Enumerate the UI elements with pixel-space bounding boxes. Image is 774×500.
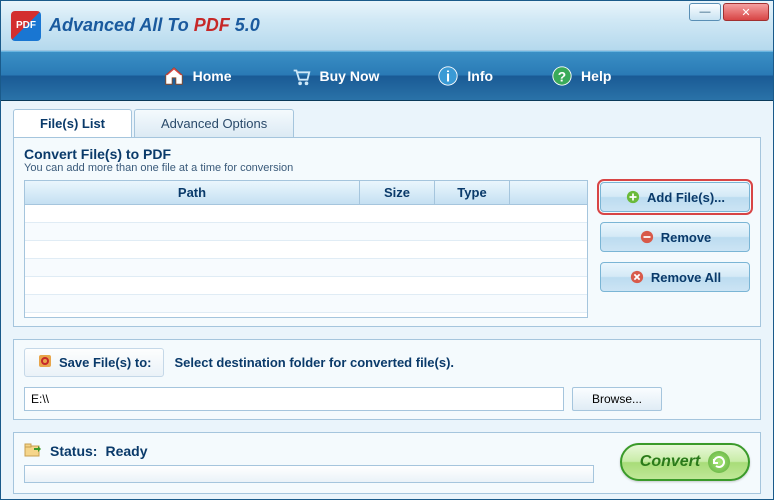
convert-button[interactable]: Convert	[620, 443, 750, 481]
progress-bar	[24, 465, 594, 483]
files-panel-subtitle: You can add more than one file at a time…	[24, 162, 750, 174]
app-title-part2: PDF	[194, 15, 235, 35]
file-area: Path Size Type	[24, 180, 750, 318]
app-logo-icon: PDF	[11, 11, 41, 41]
table-body[interactable]	[25, 205, 587, 317]
column-path[interactable]: Path	[25, 181, 360, 204]
main-menu: Home Buy Now i Info ? Help	[1, 51, 773, 101]
svg-text:i: i	[446, 70, 450, 86]
status-icon	[24, 441, 42, 460]
save-files-label: Save File(s) to:	[59, 355, 151, 370]
menu-home-label: Home	[193, 68, 232, 84]
destination-input[interactable]	[24, 387, 564, 411]
table-row	[25, 295, 587, 313]
close-button[interactable]: ✕	[723, 3, 769, 21]
app-title-part1: Advanced All To	[49, 15, 194, 35]
tab-strip: File(s) List Advanced Options	[13, 109, 761, 137]
help-icon: ?	[551, 65, 573, 87]
menu-buy-now[interactable]: Buy Now	[276, 59, 394, 93]
app-window: PDF Advanced All To PDF 5.0 — ✕ Home Buy…	[0, 0, 774, 500]
titlebar: PDF Advanced All To PDF 5.0 — ✕	[1, 1, 773, 51]
files-table[interactable]: Path Size Type	[24, 180, 588, 318]
add-files-label: Add File(s)...	[647, 190, 725, 205]
status-label: Status:	[50, 443, 97, 459]
status-value: Ready	[105, 443, 147, 459]
remove-icon	[639, 229, 655, 245]
home-icon	[163, 65, 185, 87]
info-icon: i	[437, 65, 459, 87]
svg-text:?: ?	[558, 70, 566, 85]
save-files-label-box: Save File(s) to:	[24, 348, 164, 377]
remove-label: Remove	[661, 230, 712, 245]
remove-all-label: Remove All	[651, 270, 721, 285]
column-size[interactable]: Size	[360, 181, 435, 204]
tab-files-list[interactable]: File(s) List	[13, 109, 132, 137]
destination-header: Save File(s) to: Select destination fold…	[24, 348, 750, 377]
menu-help[interactable]: ? Help	[537, 59, 625, 93]
menu-buy-label: Buy Now	[320, 68, 380, 84]
cart-icon	[290, 65, 312, 87]
status-row: Status: Ready	[24, 441, 606, 460]
table-row	[25, 241, 587, 259]
app-title: Advanced All To PDF 5.0	[49, 15, 260, 36]
table-row	[25, 277, 587, 295]
remove-all-icon	[629, 269, 645, 285]
content-area: File(s) List Advanced Options Convert Fi…	[1, 101, 773, 499]
column-type[interactable]: Type	[435, 181, 510, 204]
table-header: Path Size Type	[25, 181, 587, 205]
table-row	[25, 223, 587, 241]
convert-label: Convert	[640, 453, 700, 471]
menu-help-label: Help	[581, 68, 611, 84]
side-buttons: Add File(s)... Remove Remove All	[600, 180, 750, 318]
destination-row: Browse...	[24, 387, 750, 411]
save-icon	[37, 353, 53, 372]
tab-advanced-options[interactable]: Advanced Options	[134, 109, 294, 137]
remove-button[interactable]: Remove	[600, 222, 750, 252]
destination-panel: Save File(s) to: Select destination fold…	[13, 339, 761, 420]
convert-refresh-icon	[708, 451, 730, 473]
remove-all-button[interactable]: Remove All	[600, 262, 750, 292]
window-controls: — ✕	[689, 3, 769, 21]
menu-home[interactable]: Home	[149, 59, 246, 93]
status-panel: Status: Ready Convert	[13, 432, 761, 494]
app-title-version: 5.0	[235, 15, 260, 35]
table-row	[25, 259, 587, 277]
browse-button[interactable]: Browse...	[572, 387, 662, 411]
table-row	[25, 205, 587, 223]
files-panel-title: Convert File(s) to PDF	[24, 146, 750, 162]
minimize-button[interactable]: —	[689, 3, 721, 21]
files-panel: Convert File(s) to PDF You can add more …	[13, 137, 761, 327]
destination-hint: Select destination folder for converted …	[174, 355, 454, 370]
add-icon	[625, 189, 641, 205]
add-files-button[interactable]: Add File(s)...	[600, 182, 750, 212]
menu-info-label: Info	[467, 68, 493, 84]
column-spacer	[510, 181, 587, 204]
status-left: Status: Ready	[24, 441, 606, 483]
menu-info[interactable]: i Info	[423, 59, 507, 93]
